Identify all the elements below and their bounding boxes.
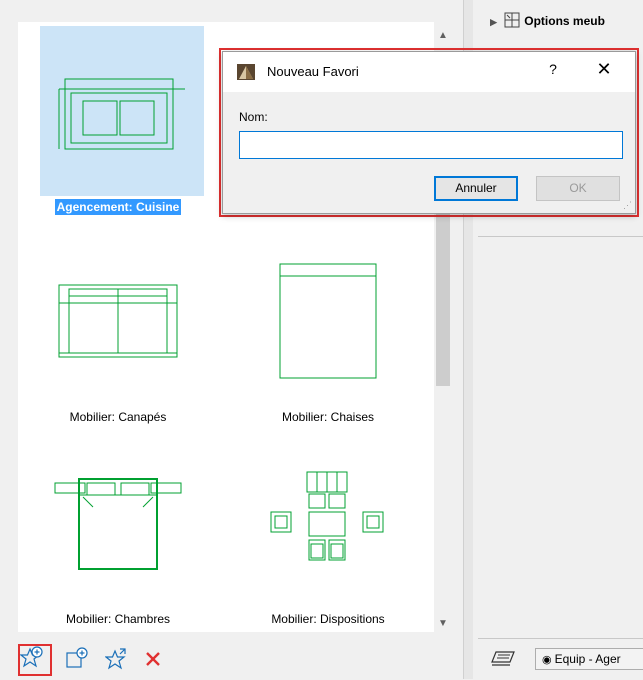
delete-favorite-button[interactable] xyxy=(140,646,166,672)
tree-item-options[interactable]: ▶ Options meub xyxy=(490,12,643,34)
eye-icon: ◉ xyxy=(542,654,552,666)
favorite-item-dispositions[interactable]: Mobilier: Dispositions xyxy=(228,438,428,632)
kitchen-layout-icon xyxy=(40,26,204,196)
view-set-label: Equip - Ager xyxy=(554,652,621,666)
bed-icon xyxy=(18,438,218,608)
new-favorite-from-selection-icon xyxy=(66,647,88,668)
chair-icon xyxy=(228,236,428,406)
options-panel-icon xyxy=(504,12,520,28)
new-favorite-dialog: Nouveau Favori ? ✕ Nom: Annuler OK ⋰ xyxy=(222,51,636,214)
resize-grip-icon[interactable]: ⋰ xyxy=(623,200,632,211)
layer-combination-icon[interactable] xyxy=(490,648,518,670)
dining-arrangement-icon xyxy=(228,438,428,608)
delete-icon xyxy=(146,652,160,666)
view-set-button[interactable]: ◉ Equip - Ager xyxy=(535,648,643,670)
app-icon xyxy=(237,64,255,80)
new-favorite-button[interactable] xyxy=(18,644,52,676)
favorite-item-chambres[interactable]: Mobilier: Chambres xyxy=(18,438,218,632)
favorite-label: Agencement: Cuisine xyxy=(54,199,182,215)
redefine-favorite-icon xyxy=(105,648,126,670)
help-button[interactable]: ? xyxy=(543,61,563,77)
favorite-label: Mobilier: Chambres xyxy=(65,612,171,626)
scroll-down-icon[interactable]: ▼ xyxy=(434,618,452,632)
favorite-label: Mobilier: Dispositions xyxy=(271,612,385,626)
divider xyxy=(478,236,643,237)
new-favorite-from-selection-button[interactable] xyxy=(64,646,90,672)
favorite-item-chaises[interactable]: Mobilier: Chaises xyxy=(228,236,428,436)
favorite-label: Mobilier: Canapés xyxy=(69,410,167,424)
favorite-label: Mobilier: Chaises xyxy=(281,410,375,424)
redefine-favorite-button[interactable] xyxy=(104,646,130,672)
sofa-icon xyxy=(18,236,218,406)
dialog-title: Nouveau Favori xyxy=(267,64,359,79)
name-label: Nom: xyxy=(239,110,268,124)
tree-item-label: Options meub xyxy=(524,14,605,28)
ok-button[interactable]: OK xyxy=(536,176,620,201)
new-favorite-icon xyxy=(19,646,43,668)
name-input[interactable] xyxy=(239,131,623,159)
favorite-item-canapes[interactable]: Mobilier: Canapés xyxy=(18,236,218,436)
favorite-item-cuisine[interactable]: Agencement: Cuisine xyxy=(18,26,218,226)
cancel-button[interactable]: Annuler xyxy=(434,176,518,201)
expand-arrow-icon[interactable]: ▶ xyxy=(490,17,497,27)
scroll-up-icon[interactable]: ▲ xyxy=(434,30,452,44)
close-button[interactable]: ✕ xyxy=(593,59,615,80)
